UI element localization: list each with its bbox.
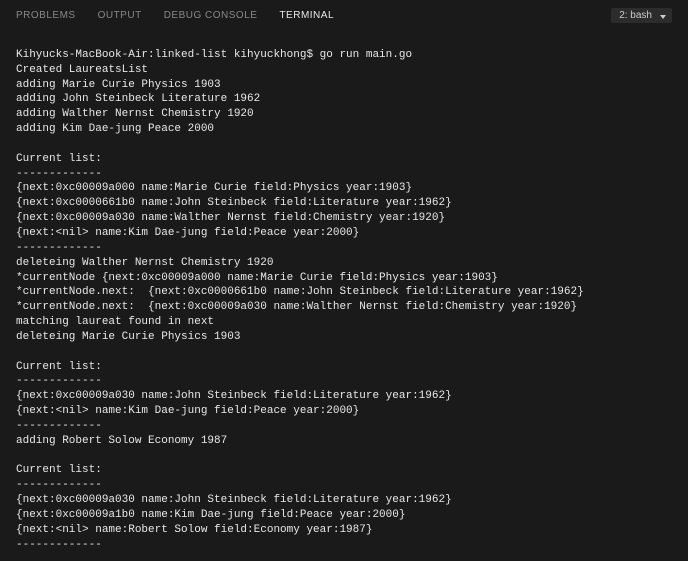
terminal-line: ------------- xyxy=(16,419,672,434)
terminal-line: *currentNode {next:0xc00009a000 name:Mar… xyxy=(16,271,672,286)
terminal-line: {next:<nil> name:Kim Dae-jung field:Peac… xyxy=(16,226,672,241)
tab-output[interactable]: OUTPUT xyxy=(98,10,142,21)
terminal-line: adding John Steinbeck Literature 1962 xyxy=(16,92,672,107)
terminal-line: Current list: xyxy=(16,152,672,167)
terminal-line: *currentNode.next: {next:0xc00009a030 na… xyxy=(16,300,672,315)
terminal-line: matching laureat found in next xyxy=(16,315,672,330)
terminal-line xyxy=(16,449,672,464)
terminal-line: ------------- xyxy=(16,374,672,389)
terminal-line: adding Marie Curie Physics 1903 xyxy=(16,78,672,93)
terminal-line: deleteing Walther Nernst Chemistry 1920 xyxy=(16,256,672,271)
terminal-line: {next:0xc0000661b0 name:John Steinbeck f… xyxy=(16,196,672,211)
terminal-line: ------------- xyxy=(16,241,672,256)
terminal-line: ------------- xyxy=(16,538,672,553)
terminal-line: {next:0xc00009a030 name:John Steinbeck f… xyxy=(16,389,672,404)
terminal-line: adding Walther Nernst Chemistry 1920 xyxy=(16,107,672,122)
terminal-line xyxy=(16,345,672,360)
terminal-line: {next:0xc00009a1b0 name:Kim Dae-jung fie… xyxy=(16,508,672,523)
terminal-line: {next:0xc00009a030 name:Walther Nernst f… xyxy=(16,211,672,226)
terminal-output[interactable]: Kihyucks-MacBook-Air:linked-list kihyuck… xyxy=(0,29,688,561)
terminal-line: ------------- xyxy=(16,478,672,493)
terminal-line: {next:0xc00009a030 name:John Steinbeck f… xyxy=(16,493,672,508)
terminal-line: ------------- xyxy=(16,167,672,182)
terminal-line xyxy=(16,137,672,152)
tab-debug-console[interactable]: DEBUG CONSOLE xyxy=(164,10,258,21)
terminal-selector-dropdown[interactable]: 2: bash xyxy=(611,8,672,23)
terminal-line: Kihyucks-MacBook-Air:linked-list kihyuck… xyxy=(16,48,672,63)
terminal-line: Current list: xyxy=(16,463,672,478)
panel-header: PROBLEMS OUTPUT DEBUG CONSOLE TERMINAL 2… xyxy=(0,0,688,29)
terminal-line: adding Kim Dae-jung Peace 2000 xyxy=(16,122,672,137)
terminal-line: deleteing Marie Curie Physics 1903 xyxy=(16,330,672,345)
tab-problems[interactable]: PROBLEMS xyxy=(16,10,76,21)
terminal-line: *currentNode.next: {next:0xc0000661b0 na… xyxy=(16,285,672,300)
tab-terminal[interactable]: TERMINAL xyxy=(279,10,334,21)
terminal-line: adding Robert Solow Economy 1987 xyxy=(16,434,672,449)
terminal-line: Created LaureatsList xyxy=(16,63,672,78)
terminal-line: {next:0xc00009a000 name:Marie Curie fiel… xyxy=(16,181,672,196)
terminal-line: Current list: xyxy=(16,360,672,375)
terminal-line: {next:<nil> name:Kim Dae-jung field:Peac… xyxy=(16,404,672,419)
terminal-line: {next:<nil> name:Robert Solow field:Econ… xyxy=(16,523,672,538)
